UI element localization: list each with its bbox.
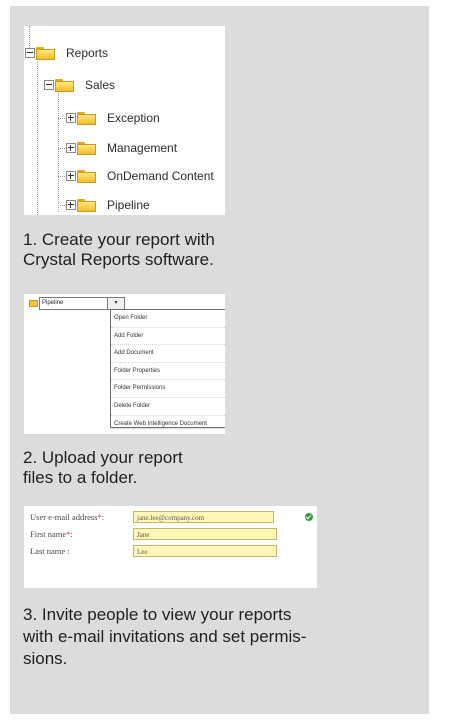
tree-item-label: Sales: [85, 78, 116, 92]
folder-icon: [29, 300, 38, 307]
tree-item-sales[interactable]: Sales: [44, 77, 115, 93]
folder-icon: [77, 169, 96, 183]
expand-plus-icon[interactable]: [66, 171, 76, 181]
last-name-row: Last name : Lee: [30, 544, 277, 558]
menu-item-folder-properties[interactable]: Folder Properties: [111, 363, 225, 381]
email-field[interactable]: jane.lee@company.com: [133, 511, 274, 523]
folder-icon: [36, 46, 55, 60]
caption-line: sions.: [23, 649, 68, 668]
folder-icon: [77, 198, 96, 212]
caption-line: Crystal Reports software.: [23, 250, 214, 269]
tree-item-pipeline[interactable]: Pipeline: [66, 197, 150, 213]
caption-line: 2. Upload your report: [23, 448, 183, 467]
caption-line: files to a folder.: [23, 468, 138, 487]
step-3-caption: 3. Invite people to view your reports wi…: [23, 604, 306, 670]
caption-line: with e-mail invitations and set permis-: [23, 627, 307, 646]
tree-item-label: OnDemand Content: [107, 169, 214, 183]
caption-line: 3. Invite people to view your reports: [23, 605, 292, 624]
first-name-field[interactable]: Jane: [133, 528, 277, 540]
step-1-caption: 1. Create your report with Crystal Repor…: [23, 230, 215, 270]
last-name-field[interactable]: Lee: [133, 545, 277, 557]
tree-item-ondemand-content[interactable]: OnDemand Content: [66, 168, 214, 184]
expand-plus-icon[interactable]: [66, 200, 76, 210]
tree-item-label: Pipeline: [107, 198, 150, 212]
expand-plus-icon[interactable]: [66, 143, 76, 153]
tree-item-label: Reports: [66, 46, 109, 60]
tree-item-label: Exception: [107, 111, 160, 125]
folder-icon: [77, 141, 96, 155]
collapse-minus-icon[interactable]: [25, 48, 35, 58]
tree-item-exception[interactable]: Exception: [66, 110, 160, 126]
email-row: User e-mail address*: jane.lee@company.c…: [30, 510, 274, 524]
folder-name-field[interactable]: Pipeline: [39, 297, 108, 310]
context-menu: Open Folder Add Folder Add Document Fold…: [110, 309, 225, 428]
email-label: User e-mail address*:: [30, 512, 105, 522]
instructions-panel: Reports Sales Exception Management OnDem…: [10, 6, 429, 714]
menu-item-open-folder[interactable]: Open Folder: [111, 310, 225, 328]
folder-context-menu-screenshot: Pipeline ▾ Open Folder Add Folder Add Do…: [24, 294, 225, 434]
tree-item-management[interactable]: Management: [66, 140, 177, 156]
invite-form: User e-mail address*: jane.lee@company.c…: [24, 506, 317, 588]
tree-item-reports[interactable]: Reports: [25, 45, 108, 61]
checkmark-icon: [305, 513, 313, 521]
folder-tree: Reports Sales Exception Management OnDem…: [24, 26, 225, 215]
last-name-label: Last name :: [30, 546, 70, 556]
tree-connector: [58, 93, 59, 212]
expand-plus-icon[interactable]: [66, 113, 76, 123]
menu-item-create-webi-document[interactable]: Create Web Intelligence Document: [111, 416, 225, 433]
first-name-row: First name*: Jane: [30, 527, 277, 541]
folder-icon: [77, 111, 96, 125]
caption-line: 1. Create your report with: [23, 230, 215, 249]
folder-icon: [55, 78, 74, 92]
tree-connector: [37, 62, 38, 215]
menu-item-delete-folder[interactable]: Delete Folder: [111, 398, 225, 416]
menu-item-folder-permissions[interactable]: Folder Permissions: [111, 380, 225, 398]
menu-item-add-folder[interactable]: Add Folder: [111, 328, 225, 346]
tree-item-label: Management: [107, 141, 178, 155]
menu-item-add-document[interactable]: Add Document: [111, 345, 225, 363]
first-name-label: First name*:: [30, 529, 73, 539]
step-2-caption: 2. Upload your report files to a folder.: [23, 448, 183, 488]
collapse-minus-icon[interactable]: [44, 80, 54, 90]
